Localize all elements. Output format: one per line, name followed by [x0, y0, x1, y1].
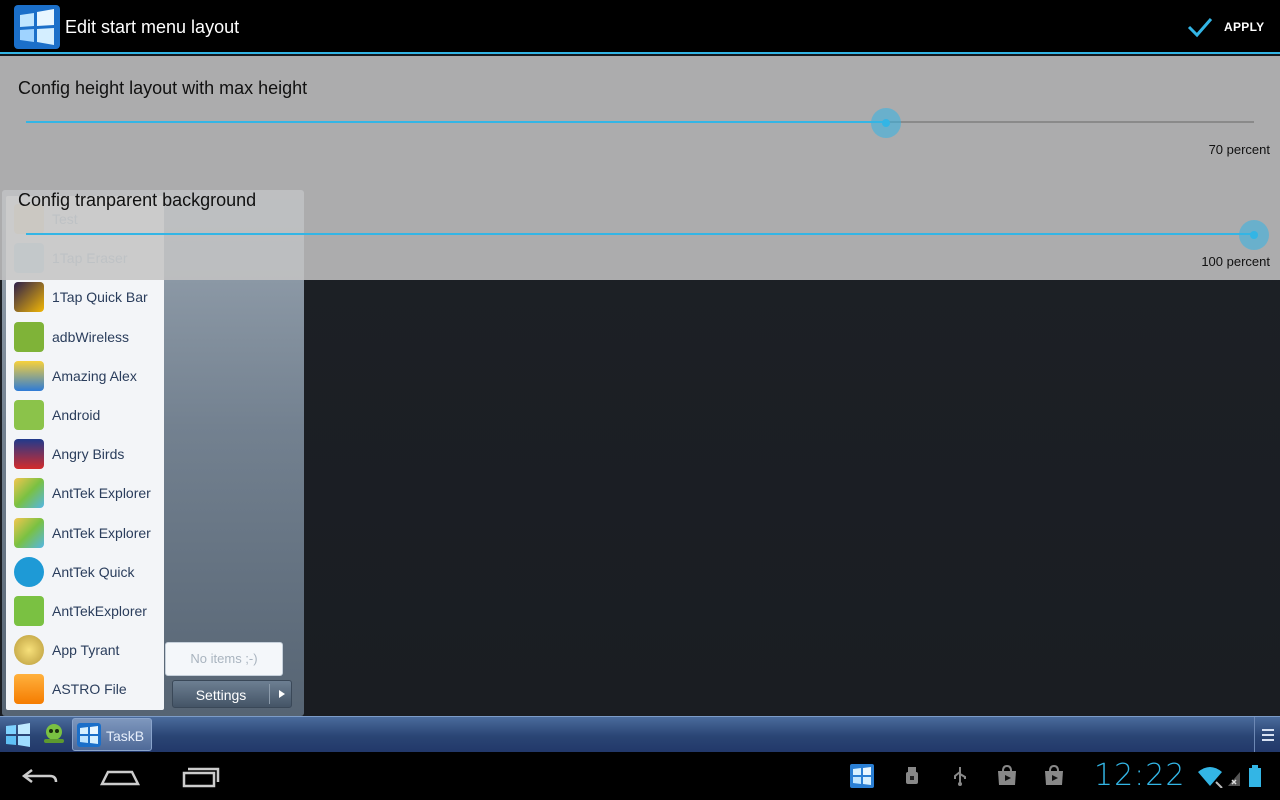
app-list-item-label: App Tyrant	[52, 642, 120, 659]
settings-divider	[269, 684, 270, 704]
app-list-item-label: adbWireless	[52, 328, 130, 345]
home-icon[interactable]	[90, 760, 150, 792]
gear-icon	[14, 556, 44, 587]
battery-icon[interactable]	[1246, 764, 1264, 788]
app-list-item-label: Angry Birds	[52, 446, 125, 463]
adb-wireless-icon	[14, 321, 44, 352]
app-list-item[interactable]: AntTek Quick	[6, 553, 164, 592]
taskbar-menu-icon[interactable]	[1254, 717, 1280, 752]
app-list-item[interactable]: App Tyrant	[6, 631, 164, 670]
checkmark-icon	[1187, 18, 1213, 38]
height-slider-fill	[26, 121, 886, 123]
app-list-item-label: 1Tap Quick Bar	[52, 289, 148, 306]
taskbar: TaskB	[0, 716, 1280, 752]
quick-bar-icon	[14, 282, 44, 313]
clock[interactable]: 12:22	[1094, 758, 1185, 793]
back-icon[interactable]	[10, 760, 70, 792]
no-items-placeholder: No items ;-)	[165, 642, 283, 676]
android-robot-icon	[14, 596, 44, 626]
transparency-slider-thumb[interactable]	[1239, 220, 1269, 250]
taskbar-item-label: TaskB	[106, 728, 145, 744]
wifi-icon[interactable]	[1196, 764, 1224, 788]
app-list-item[interactable]: Angry Birds	[6, 435, 164, 474]
coin-icon	[14, 635, 44, 666]
app-list-item[interactable]: 1Tap Quick Bar	[6, 278, 164, 317]
taskbar-item-taskb[interactable]: TaskB	[72, 718, 152, 751]
cube-icon	[14, 478, 44, 509]
height-value: 70 percent	[1208, 142, 1270, 157]
settings-button[interactable]: Settings	[172, 680, 292, 708]
height-config-title: Config height layout with max height	[18, 78, 308, 98]
play-store-icon-2[interactable]	[1042, 764, 1066, 788]
app-list-item-label: ASTRO File	[52, 681, 127, 698]
recent-apps-icon[interactable]	[170, 760, 230, 792]
apply-button[interactable]: APPLY	[1180, 0, 1280, 54]
folder-icon	[14, 674, 44, 705]
android-icon	[14, 400, 44, 430]
app-list-item[interactable]: AntTek Explorer	[6, 514, 164, 553]
transparency-slider[interactable]	[26, 233, 1254, 235]
app-list-item[interactable]: adbWireless	[6, 318, 164, 357]
skull-app-icon[interactable]	[38, 722, 70, 748]
height-slider-thumb[interactable]	[870, 108, 901, 138]
settings-label: Settings	[195, 687, 247, 703]
taskb-app-icon	[77, 723, 101, 747]
app-list-item-label: AntTekExplorer	[52, 603, 147, 619]
page-title: Edit start menu layout	[65, 17, 240, 37]
play-store-icon[interactable]	[995, 764, 1019, 788]
app-list-item[interactable]: ASTRO File	[6, 670, 164, 709]
app-list-item[interactable]: AntTek Explorer	[6, 474, 164, 513]
app-list-item-label: AntTek Explorer	[52, 485, 151, 502]
app-list-item-label: AntTek Quick	[52, 563, 135, 580]
app-list-item[interactable]: AntTekExplorer	[6, 592, 164, 631]
app-logo-icon	[14, 5, 60, 49]
config-panel: Config height layout with max height 70 …	[0, 56, 1280, 280]
app-list-item-label: Amazing Alex	[52, 367, 137, 384]
action-bar: Edit start menu layout APPLY	[0, 0, 1280, 54]
app-list-item-label: AntTek Explorer	[52, 524, 151, 541]
cube-icon	[14, 517, 44, 548]
app-list-item[interactable]: Android	[6, 396, 164, 435]
transparency-config-title: Config tranparent background	[18, 190, 257, 210]
start-button-icon[interactable]	[4, 722, 32, 748]
transparency-value: 100 percent	[1201, 254, 1270, 269]
angry-birds-icon	[14, 439, 44, 470]
system-bar: 12:22	[0, 752, 1280, 800]
transparency-slider-fill	[26, 233, 1254, 235]
height-slider[interactable]	[26, 121, 1254, 123]
usb-icon[interactable]	[948, 764, 972, 788]
no-signal-icon[interactable]	[1226, 764, 1242, 788]
app-list-item[interactable]: Amazing Alex	[6, 357, 164, 396]
taskbar-app-notification-icon[interactable]	[850, 764, 874, 788]
usb-debugging-icon[interactable]	[900, 764, 924, 788]
app-list-item-label: Android	[52, 407, 101, 423]
chevron-right-icon[interactable]	[279, 690, 285, 698]
apply-label: APPLY	[1224, 20, 1265, 34]
amazing-alex-icon	[14, 360, 44, 391]
